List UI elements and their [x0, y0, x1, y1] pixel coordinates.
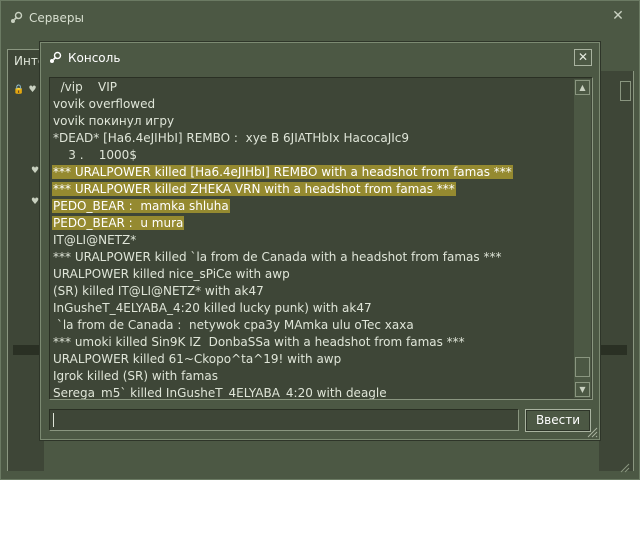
console-line: IT@LI@NETZ* — [52, 232, 572, 249]
console-line: 3 . 1000$ — [52, 147, 572, 164]
console-line-text: *DEAD* [Ha6.4eJIHbI] REMBO : xye B 6JIAT… — [53, 131, 410, 145]
console-scrollbar[interactable]: ▲ ▼ — [574, 79, 591, 398]
console-line-text: `la from de Canada : netywok cpa3y MAmka… — [53, 318, 414, 332]
console-line-text: *** umoki killed Sin9K IZ DonbaSSa with … — [53, 335, 465, 349]
console-line-text: *** URALPOWER killed `la from de Canada … — [53, 250, 502, 264]
console-line-text: PEDO_BEAR : mamka shluha — [52, 199, 230, 213]
console-line: URALPOWER killed 61~Ckopo^ta^19! with aw… — [52, 351, 572, 368]
console-line-text: 3 . 1000$ — [53, 148, 137, 162]
console-line: Serega_m5` killed InGusheT_4ELYABA_4:20 … — [52, 385, 572, 400]
resize-grip-icon[interactable] — [618, 461, 630, 473]
console-line: Igrok killed (SR) with famas — [52, 368, 572, 385]
heart-icon: ♥ — [31, 197, 40, 207]
console-line: (SR) killed IT@LI@NETZ* with ak47 — [52, 283, 572, 300]
console-line-text: *** URALPOWER killed ZHEKA VRN with a he… — [52, 182, 456, 196]
server-list-right-edge — [599, 71, 634, 471]
console-line: URALPOWER killed nice_sPiCe with awp — [52, 266, 572, 283]
console-line: *** umoki killed Sin9K IZ DonbaSSa with … — [52, 334, 572, 351]
console-close-button[interactable]: ✕ — [574, 49, 592, 66]
console-line: vovik покинул игру — [52, 113, 572, 130]
console-log-lines: /vip VIP vovik overflowed vovik покинул иг… — [52, 79, 572, 400]
console-line: vovik overflowed — [52, 96, 572, 113]
heart-icon[interactable]: ♥ — [27, 85, 38, 96]
console-line-text: IT@LI@NETZ* — [53, 233, 137, 247]
console-command-input[interactable] — [49, 409, 519, 431]
servers-window-titlebar[interactable]: Серверы — [9, 9, 84, 27]
console-window: Консоль ✕ /vip VIP vovik overflowed vovik … — [40, 42, 600, 440]
servers-window-title: Серверы — [29, 11, 84, 25]
console-line: /vip VIP — [52, 79, 572, 96]
console-line-text: Serega_m5` killed InGusheT_4ELYABA_4:20 … — [53, 386, 387, 400]
console-line-text: (SR) killed IT@LI@NETZ* with ak47 — [53, 284, 264, 298]
console-line: *** URALPOWER killed `la from de Canada … — [52, 249, 572, 266]
heart-icon: ♥ — [31, 166, 40, 176]
console-line-text: Igrok killed (SR) with famas — [53, 369, 218, 383]
lock-icon[interactable]: 🔒 — [13, 85, 24, 96]
resize-grip-icon[interactable] — [586, 426, 598, 438]
console-line-highlighted: PEDO_BEAR : u mura — [52, 215, 572, 232]
scroll-up-icon[interactable]: ▲ — [575, 80, 590, 95]
console-titlebar[interactable]: Консоль — [48, 50, 120, 66]
console-line-text: *** URALPOWER killed [Ha6.4eJIHbI] REMBO… — [52, 165, 513, 179]
server-list-scrollbar[interactable] — [620, 81, 631, 101]
console-line-highlighted: *** URALPOWER killed ZHEKA VRN with a he… — [52, 181, 572, 198]
steam-icon — [11, 11, 23, 23]
text-caret — [53, 413, 54, 427]
server-row-selected[interactable] — [13, 345, 41, 355]
console-line: InGusheT_4ELYABA_4:20 killed lucky punk)… — [52, 300, 572, 317]
servers-close-icon[interactable]: ✕ — [610, 8, 626, 24]
console-log[interactable]: /vip VIP vovik overflowed vovik покинул иг… — [49, 77, 593, 400]
console-line-text: vovik overflowed — [53, 97, 156, 111]
server-list-left-edge — [7, 71, 44, 471]
console-line-text: PEDO_BEAR : u mura — [52, 216, 185, 230]
console-line: *DEAD* [Ha6.4eJIHbI] REMBO : xye B 6JIAT… — [52, 130, 572, 147]
server-row-selected[interactable] — [601, 345, 627, 355]
console-line-highlighted: *** URALPOWER killed [Ha6.4eJIHbI] REMBO… — [52, 164, 572, 181]
scrollbar-thumb[interactable] — [575, 357, 590, 377]
console-line-text: vovik покинул игру — [53, 114, 175, 128]
console-line-highlighted: PEDO_BEAR : mamka shluha — [52, 198, 572, 215]
console-title: Консоль — [68, 51, 121, 65]
console-line-text: URALPOWER killed nice_sPiCe with awp — [53, 267, 290, 281]
console-line-text: /vip VIP — [53, 80, 117, 94]
scroll-down-icon[interactable]: ▼ — [575, 382, 590, 397]
console-line-text: URALPOWER killed 61~Ckopo^ta^19! with aw… — [53, 352, 342, 366]
console-line-text: InGusheT_4ELYABA_4:20 killed lucky punk)… — [53, 301, 372, 315]
tab-internet[interactable]: Инте — [7, 49, 43, 71]
console-line: `la from de Canada : netywok cpa3y MAmka… — [52, 317, 572, 334]
submit-button[interactable]: Ввести — [525, 409, 591, 432]
steam-icon — [50, 51, 62, 63]
